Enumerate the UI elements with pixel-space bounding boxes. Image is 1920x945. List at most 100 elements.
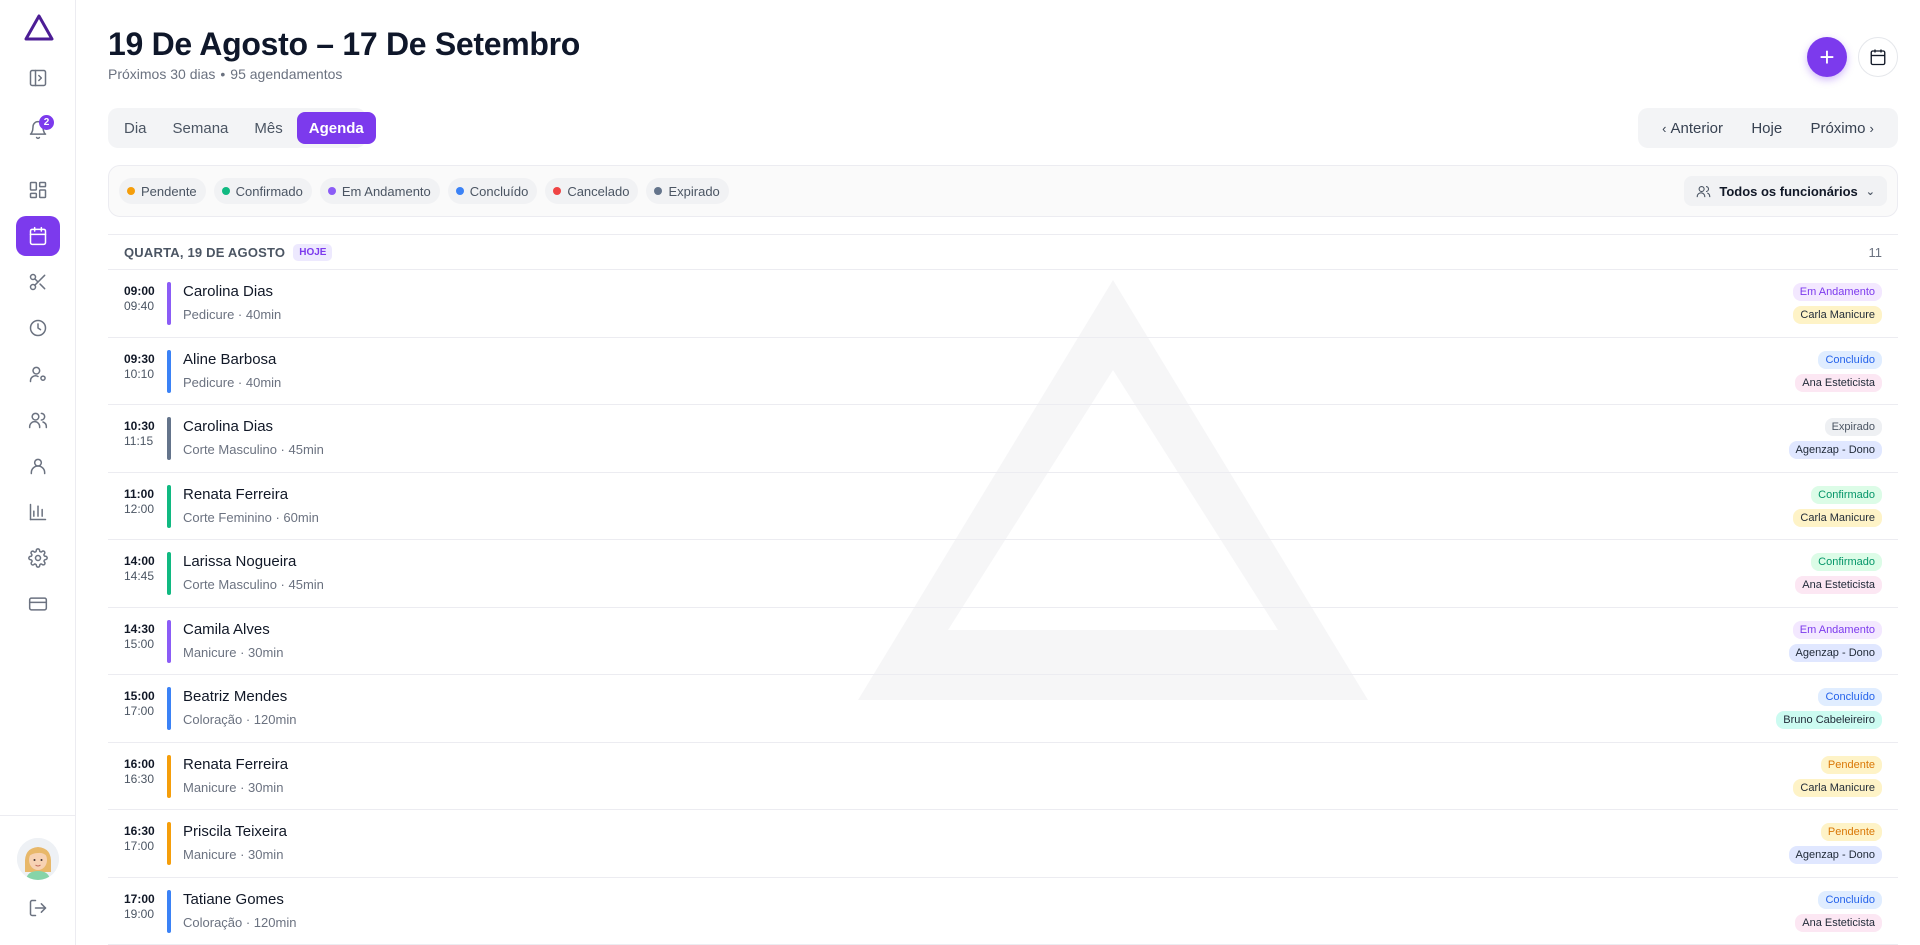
- day-label: QUARTA, 19 DE AGOSTO: [124, 244, 286, 260]
- gear-icon[interactable]: [16, 538, 60, 578]
- app-logo[interactable]: [24, 14, 54, 42]
- avatar[interactable]: [17, 838, 59, 880]
- list-item[interactable]: 16:30 17:00 Priscila Teixeira Manicure ·…: [108, 810, 1898, 878]
- status-badge: Concluído: [1818, 890, 1882, 909]
- staff-badge: Ana Esteticista: [1795, 373, 1882, 392]
- tab-agenda[interactable]: Agenda: [296, 112, 376, 144]
- list-item[interactable]: 14:00 14:45 Larissa Nogueira Corte Mascu…: [108, 540, 1898, 608]
- main-content: 19 De Agosto – 17 De Setembro Próximos 3…: [108, 0, 1898, 945]
- next-button[interactable]: Próximo ›: [1810, 120, 1873, 137]
- status-chip[interactable]: Confirmado: [213, 178, 312, 204]
- employee-filter-select[interactable]: Todos os funcionários ⌄: [1684, 176, 1887, 206]
- sidebar-divider: [0, 815, 76, 816]
- start-time: 16:00: [124, 756, 155, 771]
- status-dot: [327, 187, 336, 195]
- time-range: 15:00 17:00: [124, 689, 158, 719]
- subtitle-separator: •: [220, 66, 226, 82]
- staff-badge: Carla Manicure: [1793, 778, 1882, 797]
- tab-mes[interactable]: Mês: [242, 112, 294, 144]
- previous-button[interactable]: ‹ Anterior: [1662, 120, 1723, 137]
- service-info: Manicure · 30min: [183, 847, 284, 862]
- list-item[interactable]: 17:00 19:00 Tatiane Gomes Coloração · 12…: [108, 878, 1898, 945]
- time-range: 09:00 09:40: [124, 284, 158, 314]
- time-range: 10:30 11:15: [124, 419, 158, 449]
- date-range-label: Próximos 30 dias: [108, 66, 216, 82]
- service-info: Coloração · 120min: [183, 712, 297, 727]
- appointment-badges: Concluído Bruno Cabeleireiro: [1776, 688, 1882, 729]
- time-range: 11:00 12:00: [124, 487, 158, 517]
- status-dot: [455, 187, 464, 195]
- list-item[interactable]: 10:30 11:15 Carolina Dias Corte Masculin…: [108, 405, 1898, 473]
- end-time: 17:00: [124, 704, 155, 718]
- list-item[interactable]: 09:30 10:10 Aline Barbosa Pedicure · 40m…: [108, 338, 1898, 405]
- credit-card-icon[interactable]: [16, 584, 60, 624]
- app-root: 2 19 De Agosto – 17 De Setembro Próximos…: [0, 0, 1920, 945]
- chevron-right-icon: ›: [1869, 120, 1874, 136]
- status-chip-label: Expirado: [668, 183, 720, 199]
- staff-badge: Agenzap - Dono: [1788, 846, 1882, 864]
- end-time: 09:40: [124, 299, 155, 313]
- time-range: 09:30 10:10: [124, 352, 158, 382]
- user-icon[interactable]: [16, 446, 60, 486]
- calendar-picker-button[interactable]: [1858, 37, 1898, 77]
- time-range: 14:30 15:00: [124, 622, 158, 652]
- status-dot: [221, 187, 230, 195]
- client-name: Aline Barbosa: [183, 350, 277, 368]
- client-name: Renata Ferreira: [183, 485, 289, 503]
- status-badge: Confirmado: [1811, 485, 1882, 504]
- chevron-left-icon: ‹: [1662, 120, 1667, 136]
- time-range: 17:00 19:00: [124, 892, 158, 922]
- list-item[interactable]: 11:00 12:00 Renata Ferreira Corte Femini…: [108, 473, 1898, 540]
- logout-icon[interactable]: [16, 888, 60, 928]
- tab-dia[interactable]: Dia: [112, 112, 159, 144]
- status-color-bar: [167, 754, 171, 798]
- status-chip[interactable]: Pendente: [119, 178, 206, 204]
- sidebar-toggle-icon[interactable]: [16, 58, 60, 98]
- staff-badge: Carla Manicure: [1793, 508, 1882, 527]
- appointment-badges: Pendente Carla Manicure: [1793, 755, 1882, 797]
- status-color-bar: [167, 619, 171, 663]
- staff-badge: Agenzap - Dono: [1788, 441, 1882, 459]
- list-item[interactable]: 09:00 09:40 Carolina Dias Pedicure · 40m…: [108, 270, 1898, 338]
- status-chip[interactable]: Em Andamento: [319, 178, 440, 204]
- staff-badge: Bruno Cabeleireiro: [1776, 711, 1882, 729]
- service-info: Corte Feminino · 60min: [183, 509, 319, 525]
- start-time: 16:30: [124, 824, 155, 838]
- tab-semana[interactable]: Semana: [161, 112, 241, 144]
- status-badge: Confirmado: [1811, 553, 1882, 571]
- clock-icon[interactable]: [16, 308, 60, 348]
- bell-icon[interactable]: 2: [16, 110, 60, 150]
- status-dot: [553, 187, 562, 195]
- list-item[interactable]: 15:00 17:00 Beatriz Mendes Coloração · 1…: [108, 675, 1898, 743]
- status-chip[interactable]: Concluído: [447, 178, 538, 204]
- status-color-bar: [167, 889, 171, 933]
- scissors-icon[interactable]: [16, 262, 60, 302]
- appointment-badges: Confirmado Carla Manicure: [1793, 485, 1882, 527]
- page-title: 19 De Agosto – 17 De Setembro: [108, 26, 581, 62]
- appointment-badges: Pendente Agenzap - Dono: [1788, 823, 1882, 864]
- calendar-icon[interactable]: [16, 216, 60, 256]
- client-name: Carolina Dias: [183, 418, 274, 435]
- status-chip[interactable]: Expirado: [646, 178, 729, 204]
- status-color-bar: [167, 484, 171, 528]
- list-item[interactable]: 14:30 15:00 Camila Alves Manicure · 30mi…: [108, 608, 1898, 675]
- user-settings-icon[interactable]: [16, 354, 60, 394]
- dashboard-icon[interactable]: [16, 170, 60, 210]
- bar-chart-icon[interactable]: [16, 492, 60, 532]
- client-name: Renata Ferreira: [183, 755, 289, 773]
- service-info: Corte Masculino · 45min: [183, 442, 324, 457]
- status-chip[interactable]: Cancelado: [545, 178, 639, 204]
- client-name: Larissa Nogueira: [183, 553, 297, 570]
- status-badge: Pendente: [1820, 823, 1882, 841]
- view-tabs: Dia Semana Mês Agenda: [108, 108, 376, 148]
- list-item[interactable]: 16:00 16:30 Renata Ferreira Manicure · 3…: [108, 743, 1898, 810]
- today-button[interactable]: Hoje: [1751, 120, 1782, 137]
- day-appointment-count: 11: [1868, 244, 1883, 260]
- notification-count-badge: 2: [39, 115, 54, 130]
- appointment-badges: Em Andamento Carla Manicure: [1792, 283, 1882, 324]
- users-icon[interactable]: [16, 400, 60, 440]
- status-chip-label: Em Andamento: [341, 183, 431, 199]
- start-time: 10:30: [124, 419, 155, 433]
- period-navigation: ‹ Anterior Hoje Próximo ›: [1638, 108, 1898, 148]
- add-appointment-button[interactable]: +: [1807, 37, 1847, 77]
